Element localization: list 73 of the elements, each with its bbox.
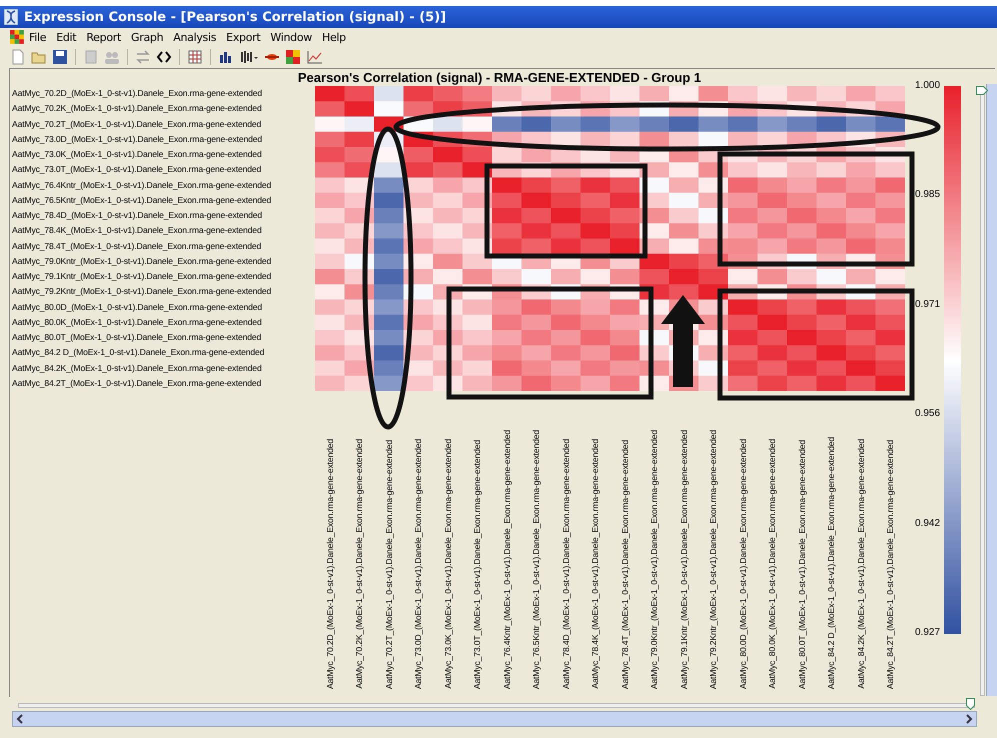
row-label: AatMyc_84.2 D_(MoEx-1_0-st-v1).Danele_Exon.rma-gene-extended: [12, 346, 266, 360]
menu-item[interactable]: Help: [316, 30, 351, 44]
column-label: AatMyc_78.4D_(MoEx-1_0-st-v1).Danele_Exon.rma-gene-extended: [560, 438, 571, 689]
row-label: AatMyc_80.0K_(MoEx-1_0-st-v1).Danele_Exon.rma-gene-extended: [12, 316, 263, 329]
menu-item[interactable]: File: [24, 30, 52, 44]
save-icon[interactable]: [52, 49, 68, 65]
slider-thumb[interactable]: [976, 86, 988, 95]
column-label: AatMyc_84.2K_(MoEx-1_0-st-v1).Danele_Exon.rma-gene-extended: [856, 439, 866, 689]
heatmap-icon[interactable]: [285, 49, 301, 65]
column-label: AatMyc_70.2K_(MoEx-1_0-st-v1).Danele_Exon.rma-gene-extended: [354, 439, 364, 689]
vertical-scrollbar[interactable]: [986, 84, 997, 696]
bar-chart-icon[interactable]: [218, 49, 234, 65]
column-label: AatMyc_76.5Kntr_(MoEx-1_0-st-v1).Danele_Exon.rma-gene-extended: [531, 430, 542, 689]
menu-item[interactable]: Graph: [126, 30, 168, 44]
row-label: AatMyc_73.0T_(MoEx-1_0-st-v1).Danele_Exon.rma-gene-extended: [12, 163, 262, 176]
column-label: AatMyc_79.1Kntr_(MoEx-1_0-st-v1).Danele_Exon.rma-gene-extended: [678, 430, 689, 689]
column-label: AatMyc_84.2 D_(MoEx-1_0-st-v1).Danele_Exon.rma-gene-extended: [826, 436, 836, 689]
column-label: AatMyc_80.0D_(MoEx-1_0-st-v1).Danele_Exon.rma-gene-extended: [738, 438, 748, 689]
row-label: AatMyc_70.2K_(MoEx-1_0-st-v1).Danele_Exon.rma-gene-extended: [12, 102, 263, 116]
line-chart-icon[interactable]: [306, 49, 322, 65]
menu-item[interactable]: Report: [81, 30, 126, 44]
row-label: AatMyc_70.2T_(MoEx-1_0-st-v1).Danele_Exon.rma-gene-extended: [12, 118, 262, 131]
new-file-icon[interactable]: [10, 49, 26, 65]
row-label: AatMyc_79.1Kntr_(MoEx-1_0-st-v1).Danele_Exon.rma-gene-extended: [12, 270, 272, 283]
column-label: AatMyc_84.2T_(MoEx-1_0-st-v1).Danele_Exon.rma-gene-extended: [885, 440, 896, 689]
row-label: AatMyc_84.2T_(MoEx-1_0-st-v1).Danele_Exon.rma-gene-extended: [12, 376, 262, 390]
heatmap-icon: [10, 30, 24, 44]
row-label: AatMyc_78.4T_(MoEx-1_0-st-v1).Danele_Exon.rma-gene-extended: [12, 240, 262, 253]
row-label: AatMyc_73.0K_(MoEx-1_0-st-v1).Danele_Exon.rma-gene-extended: [12, 148, 263, 161]
scale-label: 0.956: [915, 408, 940, 420]
scale-label: 0.942: [915, 518, 940, 529]
app-icon: [4, 9, 18, 25]
column-label: AatMyc_73.0D_(MoEx-1_0-st-v1).Danele_Exon.rma-gene-extended: [413, 438, 424, 689]
row-label: AatMyc_73.0D_(MoEx-1_0-st-v1).Danele_Exon.rma-gene-extended: [12, 132, 264, 146]
column-label: AatMyc_78.4T_(MoEx-1_0-st-v1).Danele_Exon.rma-gene-extended: [620, 440, 630, 689]
scale-label: 0.971: [915, 298, 940, 310]
row-label: AatMyc_76.4Kntr_(MoEx-1_0-st-v1).Danele_Exon.rma-gene-extended: [12, 178, 272, 192]
swap-icon[interactable]: [135, 49, 151, 65]
column-label: AatMyc_80.0K_(MoEx-1_0-st-v1).Danele_Exon.rma-gene-extended: [767, 439, 778, 689]
row-label: AatMyc_80.0T_(MoEx-1_0-st-v1).Danele_Exon.rma-gene-extended: [12, 331, 262, 344]
column-label: AatMyc_73.0T_(MoEx-1_0-st-v1).Danele_Exon.rma-gene-extended: [472, 440, 482, 689]
row-label: AatMyc_70.2D_(MoEx-1_0-st-v1).Danele_Exon.rma-gene-extended: [12, 87, 264, 100]
menu-item[interactable]: Export: [221, 30, 266, 44]
column-label: AatMyc_79.0Kntr_(MoEx-1_0-st-v1).Danele_Exon.rma-gene-extended: [649, 430, 660, 689]
row-label: AatMyc_84.2K_(MoEx-1_0-st-v1).Danele_Exon.rma-gene-extended: [12, 362, 263, 375]
menu-item[interactable]: Window: [265, 30, 317, 44]
row-label: AatMyc_79.0Kntr_(MoEx-1_0-st-v1).Danele_Exon.rma-gene-extended: [12, 254, 272, 268]
row-label: AatMyc_78.4K_(MoEx-1_0-st-v1).Danele_Exon.rma-gene-extended: [12, 224, 263, 238]
column-label: AatMyc_80.0T_(MoEx-1_0-st-v1).Danele_Exon.rma-gene-extended: [796, 440, 807, 689]
slider[interactable]: [18, 698, 975, 710]
column-label: AatMyc_76.4Kntr_(MoEx-1_0-st-v1).Danele_Exon.rma-gene-extended: [502, 430, 512, 689]
row-label: AatMyc_76.5Kntr_(MoEx-1_0-st-v1).Danele_Exon.rma-gene-extended: [12, 194, 272, 207]
slider[interactable]: [976, 86, 988, 698]
slider-thumb[interactable]: [966, 698, 975, 710]
row-label: AatMyc_78.4D_(MoEx-1_0-st-v1).Danele_Exon.rma-gene-extended: [12, 209, 264, 222]
menu-item[interactable]: Edit: [51, 30, 82, 44]
column-label: AatMyc_73.0K_(MoEx-1_0-st-v1).Danele_Exon.rma-gene-extended: [442, 439, 453, 689]
row-label: AatMyc_80.0D_(MoEx-1_0-st-v1).Danele_Exon.rma-gene-extended: [12, 300, 264, 314]
brackets-icon[interactable]: [156, 49, 172, 65]
horizontal-scrollbar[interactable]: [12, 711, 977, 727]
table-icon[interactable]: [187, 49, 203, 65]
column-label: AatMyc_70.2D_(MoEx-1_0-st-v1).Danele_Exon.rma-gene-extended: [324, 438, 335, 689]
plot-icon[interactable]: [239, 49, 259, 65]
column-label: AatMyc_79.2Kntr_(MoEx-1_0-st-v1).Danele_Exon.rma-gene-extended: [708, 430, 718, 689]
menu-item[interactable]: Analysis: [168, 30, 222, 44]
scale-label: 0.927: [915, 626, 940, 638]
scale-label: 0.985: [915, 189, 940, 200]
column-label: AatMyc_70.2T_(MoEx-1_0-st-v1).Danele_Exon.rma-gene-extended: [384, 440, 394, 689]
window-title: Expression Console - [Pearson's Correlation (signal) - (5)]: [24, 10, 446, 24]
scale-label: 1.000: [915, 80, 940, 91]
row-label: AatMyc_79.2Kntr_(MoEx-1_0-st-v1).Danele_Exon.rma-gene-extended: [12, 285, 272, 298]
chart-title: Pearson's Correlation (signal) - RMA-GENE-EXTENDED - Group 1: [298, 70, 702, 85]
column-label: AatMyc_78.4K_(MoEx-1_0-st-v1).Danele_Exon.rma-gene-extended: [590, 439, 600, 689]
